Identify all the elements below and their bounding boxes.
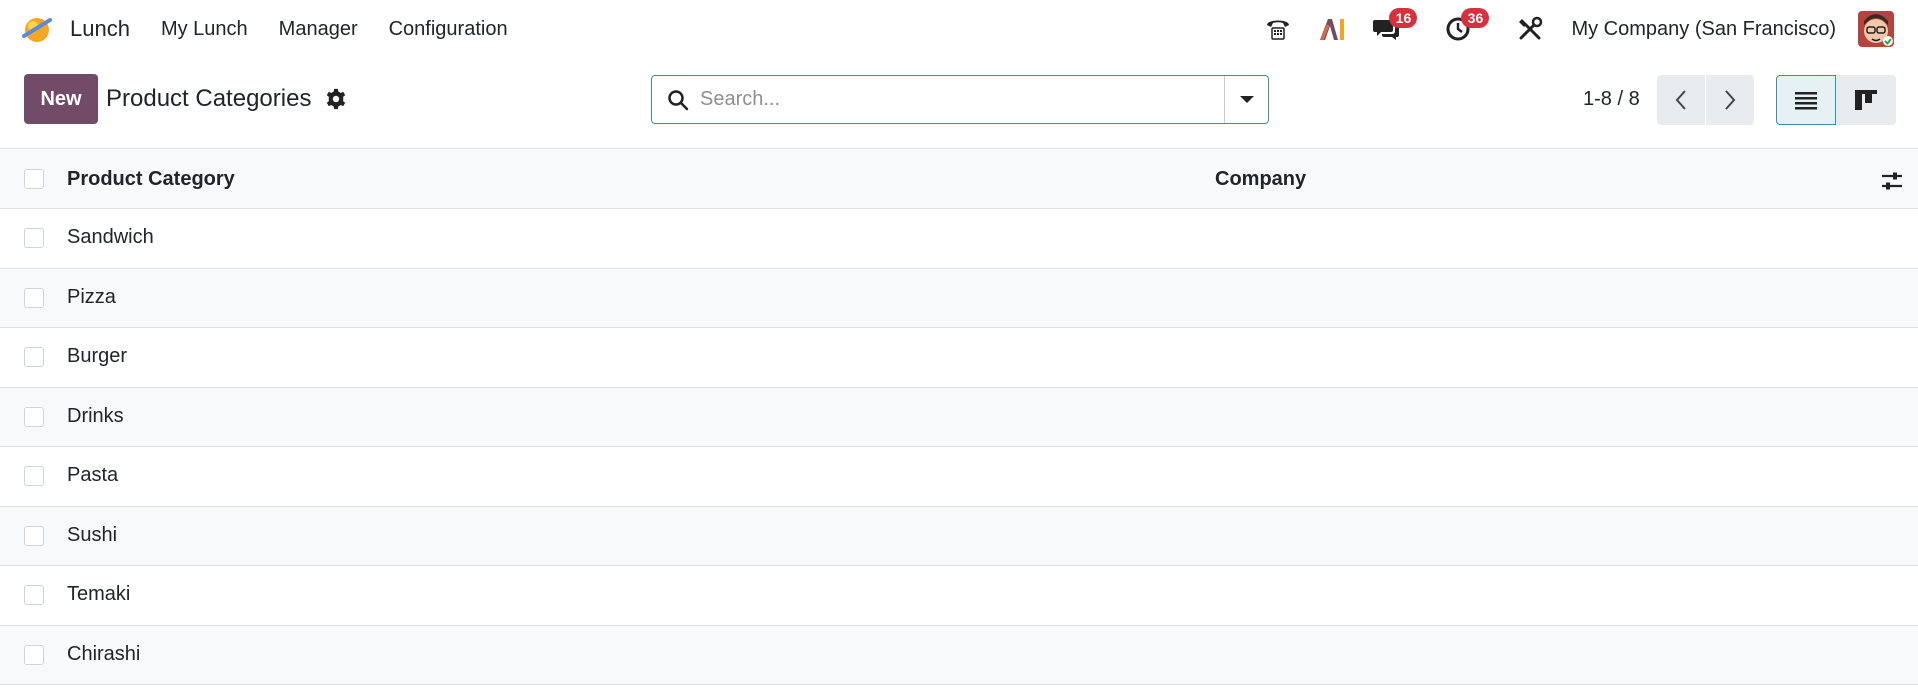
messages-icon[interactable]: 16	[1371, 8, 1418, 44]
phone-icon[interactable]	[1263, 14, 1293, 44]
search-bar	[651, 75, 1269, 124]
category-name-cell: Pasta	[67, 464, 119, 486]
user-avatar[interactable]	[1858, 11, 1894, 47]
select-all-checkbox[interactable]	[24, 169, 44, 189]
menu-configuration[interactable]: Configuration	[389, 18, 508, 41]
list-view-icon	[1795, 92, 1817, 110]
optional-columns-icon[interactable]	[1880, 169, 1904, 193]
table-row[interactable]: Chirashi	[0, 625, 1918, 685]
page-title: Product Categories	[106, 85, 312, 112]
company-switcher[interactable]: My Company (San Francisco)	[1571, 18, 1836, 41]
app-name: Lunch	[70, 16, 130, 41]
chevron-right-icon	[1725, 90, 1736, 110]
kanban-view-icon	[1855, 90, 1877, 110]
activities-clock-icon[interactable]: 36	[1443, 8, 1490, 44]
category-name-cell: Pizza	[67, 285, 116, 308]
table-row[interactable]: Burger	[0, 328, 1918, 388]
row-checkbox[interactable]	[24, 644, 44, 665]
row-checkbox[interactable]	[24, 228, 44, 248]
row-checkbox[interactable]	[24, 585, 44, 605]
row-checkbox[interactable]	[24, 287, 44, 308]
pager-previous-button[interactable]	[1657, 75, 1705, 125]
gear-icon[interactable]	[325, 88, 347, 110]
menu-manager[interactable]: Manager	[279, 18, 358, 41]
category-name-cell: Sushi	[67, 523, 118, 546]
kanban-view-button[interactable]	[1836, 75, 1896, 125]
row-checkbox[interactable]	[24, 347, 44, 367]
table-row[interactable]: Sushi	[0, 506, 1918, 566]
table-row[interactable]: Pizza	[0, 268, 1918, 328]
column-header-company[interactable]: Company	[1215, 168, 1306, 191]
pager-value[interactable]: 1-8 / 8	[1583, 88, 1640, 111]
pager-next-button[interactable]	[1706, 75, 1754, 125]
activities-badge: 36	[1461, 8, 1490, 28]
category-name-cell: Chirashi	[67, 642, 141, 665]
lunch-app-icon	[22, 18, 52, 42]
navbar-systray: 16 36 My Company (San Francisco)	[1263, 0, 1918, 58]
debug-tools-icon[interactable]	[1515, 14, 1545, 44]
new-button[interactable]: New	[24, 74, 98, 124]
top-navbar: Lunch My Lunch Manager Configuration 16 …	[0, 0, 1918, 58]
column-header-product-category[interactable]: Product Category	[67, 168, 235, 191]
search-input[interactable]	[700, 79, 1224, 120]
app-brand[interactable]: Lunch	[20, 12, 130, 46]
category-name-cell: Drinks	[67, 404, 124, 427]
category-name-cell: Burger	[67, 345, 128, 367]
table-row[interactable]: Sandwich	[0, 209, 1918, 269]
product-categories-table: Product Category Company Sandwich Pizza …	[0, 148, 1918, 685]
search-icon	[668, 89, 689, 110]
caret-down-icon	[1239, 96, 1254, 103]
table-row[interactable]: Temaki	[0, 566, 1918, 626]
table-row[interactable]: Pasta	[0, 447, 1918, 507]
category-name-cell: Sandwich	[67, 226, 154, 248]
chevron-left-icon	[1675, 90, 1686, 110]
menu-my-lunch[interactable]: My Lunch	[161, 18, 248, 41]
control-panel: New Product Categories 1-8 / 8	[0, 58, 1918, 148]
table-row[interactable]: Drinks	[0, 387, 1918, 447]
list-view-button[interactable]	[1776, 75, 1836, 125]
category-name-cell: Temaki	[67, 583, 131, 605]
ai-icon[interactable]	[1317, 14, 1347, 44]
row-checkbox[interactable]	[24, 466, 44, 486]
table-header: Product Category Company	[0, 148, 1918, 209]
row-checkbox[interactable]	[24, 525, 44, 546]
messages-badge: 16	[1389, 8, 1418, 28]
search-options-toggle[interactable]	[1224, 76, 1268, 123]
row-checkbox[interactable]	[24, 406, 44, 427]
